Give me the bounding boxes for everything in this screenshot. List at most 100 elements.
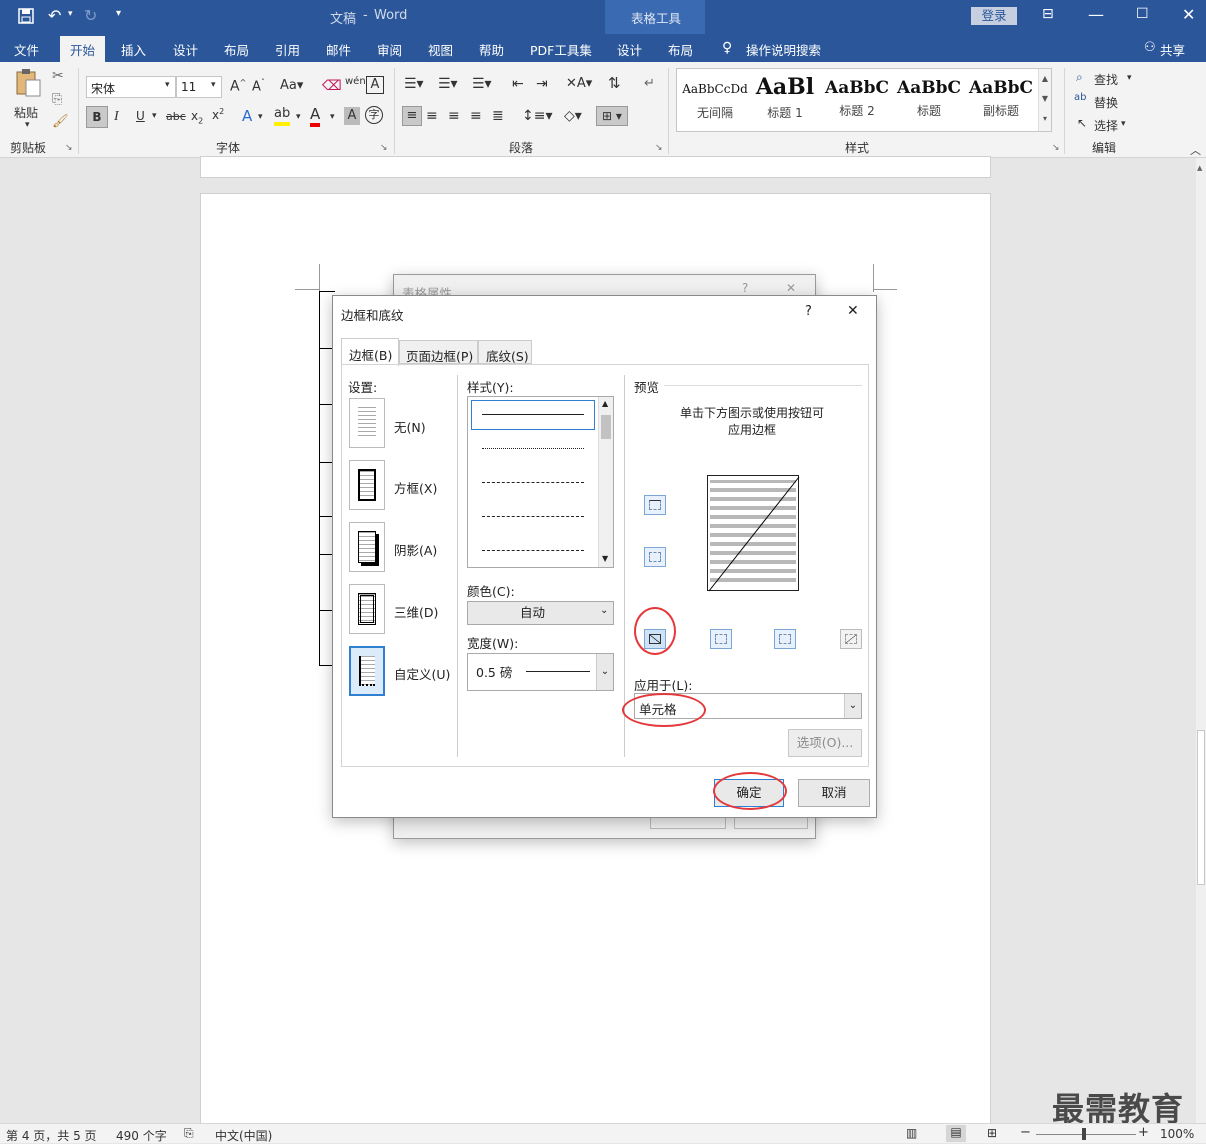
- close-button[interactable]: ✕: [847, 303, 859, 319]
- multilevel-list-icon[interactable]: ☰▾: [472, 76, 492, 92]
- setting-none-icon[interactable]: [349, 398, 385, 448]
- help-button[interactable]: ?: [805, 304, 812, 319]
- line-style-list[interactable]: ▲ ▼: [467, 396, 614, 568]
- style-no-spacing[interactable]: AaBbCcDd 无间隔: [680, 70, 750, 128]
- select-button[interactable]: 选择: [1094, 117, 1118, 134]
- tab-table-layout[interactable]: 布局: [668, 40, 693, 59]
- line-spacing-icon[interactable]: ↕≡▾: [522, 108, 553, 124]
- save-icon[interactable]: [18, 8, 34, 28]
- tab-review[interactable]: 审阅: [377, 40, 402, 59]
- style-list-scrollbar[interactable]: ▲ ▼: [598, 397, 613, 567]
- char-border-icon[interactable]: A: [366, 76, 384, 94]
- tab-insert[interactable]: 插入: [121, 40, 146, 59]
- show-marks-icon[interactable]: ↵: [644, 76, 655, 91]
- color-dropdown[interactable]: 自动: [467, 601, 614, 625]
- font-name-box[interactable]: 宋体: [86, 76, 176, 98]
- font-color-icon[interactable]: A: [310, 106, 321, 127]
- bold-button[interactable]: B: [86, 106, 108, 128]
- width-dropdown-icon[interactable]: ⌄: [596, 654, 613, 690]
- font-size-dropdown-icon[interactable]: ▾: [211, 80, 216, 90]
- highlight-dropdown-icon[interactable]: ▾: [296, 112, 301, 122]
- italic-button[interactable]: I: [114, 109, 119, 125]
- font-launcher-icon[interactable]: ↘: [380, 143, 388, 153]
- setting-shadow-icon[interactable]: [349, 522, 385, 572]
- bullets-icon[interactable]: ☰▾: [404, 76, 424, 92]
- line-style-dash-dot[interactable]: [482, 550, 584, 551]
- text-effects-dropdown-icon[interactable]: ▾: [258, 112, 263, 122]
- line-style-dotted[interactable]: [482, 448, 584, 449]
- styles-launcher-icon[interactable]: ↘: [1052, 143, 1060, 153]
- tab-borders[interactable]: 边框(B): [341, 338, 399, 366]
- shading-icon[interactable]: ◇▾: [564, 108, 582, 124]
- language[interactable]: 中文(中国): [215, 1127, 272, 1144]
- web-layout-icon[interactable]: ⊞: [987, 1126, 997, 1140]
- tab-layout[interactable]: 布局: [224, 40, 249, 59]
- distributed-icon[interactable]: ≣: [492, 108, 504, 124]
- zoom-out-icon[interactable]: −: [1020, 1125, 1031, 1140]
- tab-page-border[interactable]: 页面边框(P): [399, 340, 478, 364]
- increase-indent-icon[interactable]: ⇥: [536, 76, 548, 92]
- zoom-level[interactable]: 100%: [1160, 1127, 1194, 1141]
- font-name-dropdown-icon[interactable]: ▾: [165, 80, 170, 90]
- print-layout-icon[interactable]: ▤: [946, 1125, 966, 1142]
- align-right-icon[interactable]: ≡: [448, 108, 460, 124]
- page-count[interactable]: 第 4 页，共 5 页: [6, 1127, 97, 1144]
- setting-box-icon[interactable]: [349, 460, 385, 510]
- scroll-down-icon[interactable]: ▼: [602, 554, 608, 563]
- read-mode-icon[interactable]: ▥: [906, 1126, 917, 1140]
- word-count[interactable]: 490 个字: [116, 1127, 167, 1144]
- paragraph-launcher-icon[interactable]: ↘: [655, 143, 663, 153]
- chinese-layout-icon[interactable]: ✕A▾: [566, 76, 592, 91]
- line-style-solid[interactable]: [482, 414, 584, 415]
- top-border-button[interactable]: [644, 495, 666, 515]
- grow-font-icon[interactable]: A^: [230, 78, 246, 95]
- sort-icon[interactable]: ⇅: [608, 74, 621, 92]
- style-title[interactable]: AaBbC 标题: [894, 70, 964, 128]
- setting-3d-icon[interactable]: [349, 584, 385, 634]
- text-effects-icon[interactable]: A: [242, 107, 252, 125]
- line-style-dashed[interactable]: [482, 516, 584, 517]
- paste-dropdown-icon[interactable]: ▾: [25, 120, 30, 130]
- tab-help[interactable]: 帮助: [479, 40, 504, 59]
- find-icon[interactable]: ⌕: [1076, 70, 1083, 85]
- style-heading-2[interactable]: AaBbC 标题 2: [822, 70, 892, 128]
- cancel-button[interactable]: 取消: [798, 779, 870, 807]
- find-button[interactable]: 查找: [1094, 71, 1118, 88]
- vertical-scrollbar[interactable]: ▲: [1196, 158, 1206, 1123]
- zoom-in-icon[interactable]: +: [1138, 1125, 1149, 1140]
- tab-pdf-tools[interactable]: PDF工具集: [530, 40, 592, 59]
- style-heading-1[interactable]: AaBl 标题 1: [750, 70, 820, 128]
- copy-icon[interactable]: ⎘: [52, 92, 62, 107]
- apply-to-dropdown-icon[interactable]: ⌄: [844, 694, 861, 718]
- zoom-slider-thumb[interactable]: [1082, 1128, 1086, 1140]
- paste-button[interactable]: 粘贴: [14, 104, 38, 121]
- tab-view[interactable]: 视图: [428, 40, 453, 59]
- options-button[interactable]: 选项(O)...: [788, 729, 862, 757]
- select-dropdown-icon[interactable]: ▾: [1121, 119, 1126, 129]
- scroll-thumb[interactable]: [601, 415, 611, 439]
- decrease-indent-icon[interactable]: ⇤: [512, 76, 524, 92]
- clipboard-launcher-icon[interactable]: ↘: [65, 143, 73, 153]
- setting-box-label[interactable]: 方框(X): [394, 478, 437, 497]
- cut-icon[interactable]: ✂: [52, 68, 64, 84]
- style-subtitle[interactable]: AaBbC 副标题: [966, 70, 1036, 128]
- tell-me-search[interactable]: 操作说明搜索: [746, 40, 821, 59]
- underline-dropdown-icon[interactable]: ▾: [152, 111, 157, 121]
- justify-icon[interactable]: ≡: [470, 108, 482, 124]
- underline-button[interactable]: U: [136, 109, 145, 123]
- line-style-dashed-fine[interactable]: [482, 482, 584, 483]
- subscript-icon[interactable]: x2: [191, 109, 203, 125]
- setting-shadow-label[interactable]: 阴影(A): [394, 540, 437, 559]
- scroll-up-icon[interactable]: ▲: [602, 399, 608, 408]
- setting-3d-label[interactable]: 三维(D): [394, 602, 438, 621]
- setting-custom-label[interactable]: 自定义(U): [394, 664, 450, 683]
- align-left-button[interactable]: ≡: [402, 106, 422, 126]
- zoom-slider[interactable]: [1036, 1134, 1136, 1135]
- select-icon[interactable]: ↖: [1077, 116, 1087, 130]
- close-window-icon[interactable]: ✕: [1182, 5, 1195, 24]
- left-border-button[interactable]: [710, 629, 732, 649]
- shrink-font-icon[interactable]: Aˇ: [252, 78, 265, 94]
- tab-file[interactable]: 文件: [14, 40, 39, 59]
- highlight-icon[interactable]: ab: [274, 106, 291, 126]
- share-button[interactable]: 共享: [1160, 40, 1185, 59]
